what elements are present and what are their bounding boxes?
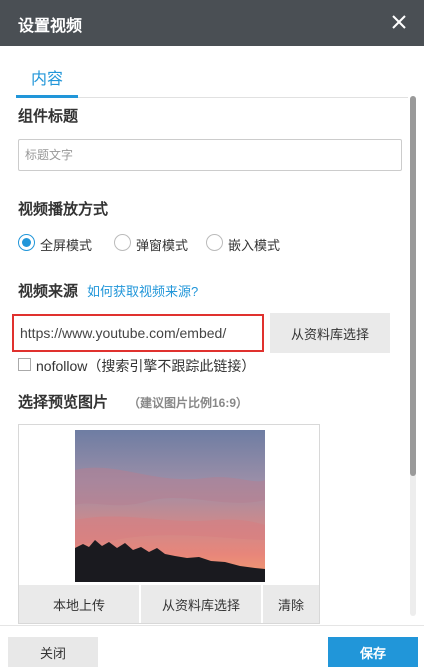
footer-divider bbox=[0, 625, 424, 626]
dialog-header: 设置视频 bbox=[0, 0, 424, 46]
scrollbar-thumb[interactable] bbox=[410, 96, 416, 476]
close-icon[interactable] bbox=[388, 11, 410, 33]
video-source-label: 视频来源 bbox=[18, 283, 79, 300]
component-title-label: 组件标题 bbox=[18, 108, 79, 125]
source-library-button[interactable]: 从资料库选择 bbox=[270, 313, 390, 353]
preview-image-box: 本地上传 从资料库选择 清除 bbox=[18, 424, 320, 624]
clear-image-button[interactable]: 清除 bbox=[263, 585, 319, 623]
preview-library-button[interactable]: 从资料库选择 bbox=[141, 585, 261, 623]
radio-embed-label: 嵌入模式 bbox=[228, 238, 281, 253]
radio-embed-circle[interactable] bbox=[206, 234, 223, 251]
dialog-title: 设置视频 bbox=[18, 18, 83, 35]
local-upload-button[interactable]: 本地上传 bbox=[19, 585, 139, 623]
video-url-input[interactable] bbox=[12, 314, 264, 352]
component-title-input[interactable] bbox=[18, 139, 402, 171]
preview-image-hint: （建议图片比例16:9） bbox=[128, 396, 249, 410]
radio-fullscreen-label: 全屏模式 bbox=[40, 238, 93, 253]
radio-popup-label: 弹窗模式 bbox=[136, 238, 189, 253]
nofollow-label: nofollow（搜索引擎不跟踪此链接） bbox=[36, 358, 256, 374]
video-source-help-link[interactable]: 如何获取视频来源? bbox=[87, 281, 198, 300]
playback-mode-label: 视频播放方式 bbox=[18, 201, 109, 218]
scrollbar-track[interactable] bbox=[410, 96, 416, 616]
preview-image-label: 选择预览图片 bbox=[18, 394, 109, 411]
tab-content[interactable]: 内容 bbox=[16, 66, 78, 98]
preview-thumbnail bbox=[75, 430, 265, 582]
close-button[interactable]: 关闭 bbox=[8, 637, 98, 667]
nofollow-checkbox[interactable] bbox=[18, 358, 31, 371]
tab-bar: 内容 bbox=[16, 66, 408, 98]
radio-popup-circle[interactable] bbox=[114, 234, 131, 251]
save-button[interactable]: 保存 bbox=[328, 637, 418, 667]
radio-fullscreen-circle[interactable] bbox=[18, 234, 35, 251]
